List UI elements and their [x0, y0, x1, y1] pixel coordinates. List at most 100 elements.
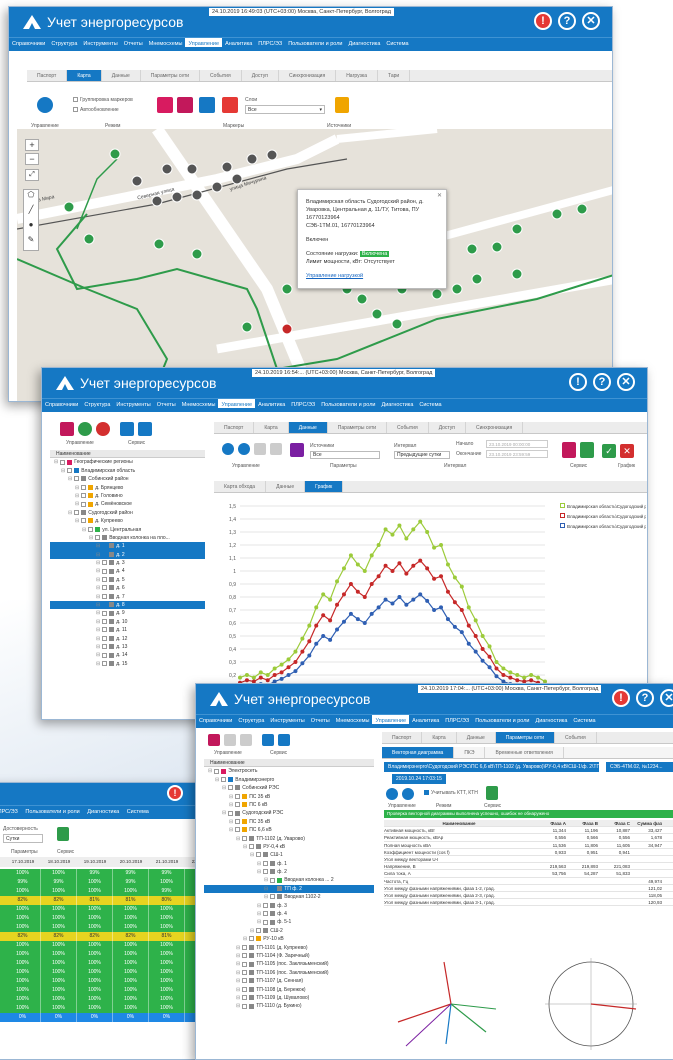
expand-icon[interactable]: ⊟	[75, 493, 79, 499]
tab[interactable]: Карта обхода	[214, 481, 267, 492]
data-point[interactable]	[404, 602, 409, 607]
data-point[interactable]	[307, 623, 312, 628]
ct-vt-checkbox[interactable]: Учитывать КТТ, КТН	[424, 790, 478, 796]
tree-item[interactable]: ⊟ д. 1	[50, 542, 205, 551]
data-point[interactable]	[362, 595, 367, 599]
expand-icon[interactable]: ⊟	[236, 1003, 240, 1009]
tree-checkbox[interactable]	[242, 835, 248, 841]
expand-icon[interactable]: ⊟	[236, 970, 240, 976]
data-point[interactable]	[307, 639, 312, 644]
menu-item[interactable]: Пользователи и роли	[285, 38, 345, 47]
data-point[interactable]	[328, 597, 333, 602]
map-marker[interactable]	[171, 191, 183, 203]
data-point[interactable]	[341, 566, 346, 571]
logout-icon[interactable]: ✕	[582, 12, 600, 30]
expand-icon[interactable]: ⊟	[96, 610, 100, 616]
data-point[interactable]	[238, 675, 242, 680]
sync-button[interactable]	[224, 734, 236, 746]
data-point[interactable]	[397, 561, 402, 566]
expand-icon[interactable]: ⊟	[257, 861, 261, 867]
tree-item[interactable]: ⊟ д. 7	[50, 593, 205, 601]
data-point[interactable]	[536, 675, 541, 680]
expand-icon[interactable]: ⊟	[89, 535, 93, 541]
tree-checkbox[interactable]	[81, 493, 87, 499]
tree-item[interactable]: ⊟ ТП-1102 (д. Уварово)	[204, 835, 374, 843]
tab[interactable]: Векторная диаграмма	[382, 747, 455, 758]
alert-icon[interactable]: !	[612, 689, 630, 707]
data-point[interactable]	[279, 670, 284, 675]
map-marker[interactable]	[153, 238, 165, 250]
sources-button[interactable]	[335, 97, 349, 113]
stop-button[interactable]	[96, 422, 110, 436]
expand-icon[interactable]: ⊟	[96, 568, 100, 574]
data-point[interactable]	[335, 627, 340, 632]
data-point[interactable]	[293, 660, 298, 664]
map-marker[interactable]	[356, 293, 368, 305]
tab[interactable]: Карта	[422, 732, 457, 743]
expand-icon[interactable]: ⊟	[229, 827, 233, 833]
tree-item[interactable]: ⊟ Собинский РЭС	[204, 784, 374, 792]
expand-icon[interactable]: ⊟	[96, 619, 100, 625]
menu-item[interactable]: Управление	[218, 399, 256, 408]
expand-icon[interactable]: ⊟	[229, 794, 233, 800]
tree-item[interactable]: ⊟ РУ-0,4 кВ	[204, 843, 374, 851]
target-marker-button[interactable]	[157, 97, 173, 113]
data-point[interactable]	[432, 576, 437, 581]
data-point[interactable]	[328, 637, 333, 642]
data-point[interactable]	[328, 618, 333, 623]
expand-icon[interactable]: ⊟	[257, 919, 261, 925]
tree-item[interactable]: ⊟ ф. 4	[204, 910, 374, 918]
data-point[interactable]	[258, 675, 263, 680]
map-marker[interactable]	[161, 163, 173, 175]
data-point[interactable]	[355, 562, 360, 567]
tab[interactable]: События	[387, 422, 429, 433]
menu-item[interactable]: Мнемосхемы	[179, 399, 219, 408]
tree-checkbox[interactable]	[228, 785, 234, 791]
expand-icon[interactable]: ⊟	[236, 945, 240, 951]
expand-icon[interactable]: ⊟	[236, 953, 240, 959]
help-icon[interactable]: ?	[593, 373, 611, 391]
tab[interactable]: Данные	[102, 70, 141, 81]
tree-checkbox[interactable]	[235, 793, 241, 799]
tab[interactable]: Тари	[378, 70, 411, 81]
data-point[interactable]	[376, 543, 381, 547]
tree-checkbox[interactable]	[242, 961, 248, 967]
tab[interactable]: Синхронизация	[466, 422, 524, 433]
data-point[interactable]	[383, 597, 388, 602]
menu-item[interactable]: Пользователи и роли	[318, 399, 378, 408]
data-point[interactable]	[411, 563, 416, 568]
tree-checkbox[interactable]	[102, 577, 108, 583]
tree-checkbox[interactable]	[81, 518, 87, 524]
tree-item[interactable]: ⊟ ПС 35 кВ	[204, 793, 374, 801]
expand-icon[interactable]: ⊟	[236, 995, 240, 1001]
menu-item[interactable]: Диагностика	[84, 806, 122, 815]
data-point[interactable]	[397, 595, 402, 599]
tab[interactable]: Временные ответвления	[485, 747, 564, 758]
map-marker[interactable]	[471, 273, 483, 285]
tab[interactable]: ПКЭ	[454, 747, 486, 758]
menu-item[interactable]: Мнемосхемы	[146, 38, 186, 47]
expand-icon[interactable]: ⊟	[243, 936, 247, 942]
tree-item[interactable]: ⊟ Географические регионы	[50, 458, 205, 466]
tree-checkbox[interactable]	[242, 1003, 248, 1009]
data-point[interactable]	[432, 545, 437, 550]
map-marker[interactable]	[491, 241, 503, 253]
map-marker[interactable]	[391, 318, 403, 330]
alert-icon[interactable]: !	[534, 12, 552, 30]
expand-icon[interactable]: ⊟	[208, 768, 212, 774]
expand-icon[interactable]: ⊟	[75, 501, 79, 507]
expand-icon[interactable]: ⊟	[229, 802, 233, 808]
tree-checkbox[interactable]	[242, 944, 248, 950]
data-point[interactable]	[439, 605, 444, 610]
tree-item[interactable]: ⊟ д. Семёновское	[50, 500, 205, 508]
tree-checkbox[interactable]	[235, 827, 241, 833]
tree-checkbox[interactable]	[256, 927, 262, 933]
logout-icon[interactable]: ✕	[660, 689, 673, 707]
tree-checkbox[interactable]	[228, 810, 234, 816]
data-point[interactable]	[251, 675, 256, 680]
menu-item[interactable]: Инструменты	[267, 715, 307, 724]
tree-item[interactable]: ⊟ Собинский район	[50, 475, 205, 483]
expand-icon[interactable]: ⊟	[54, 459, 58, 465]
sources-button[interactable]	[290, 443, 304, 457]
data-point[interactable]	[522, 675, 527, 680]
